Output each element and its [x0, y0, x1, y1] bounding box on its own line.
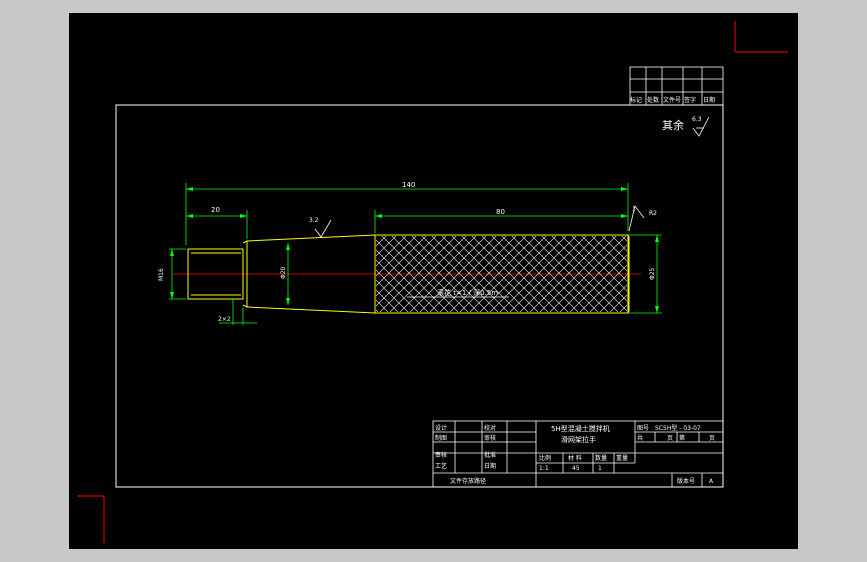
tb-design: 设计 — [435, 424, 447, 432]
tb-part-title-1: 5H型混凝土搅拌机 — [551, 424, 610, 433]
tb-sheet-no-label: 第 — [679, 434, 685, 442]
dim-left-section: 20 — [211, 206, 220, 214]
tb-qty: 1 — [598, 465, 602, 472]
tb-material-label: 材 料 — [568, 454, 582, 462]
dim-chamfer-right: 1 — [632, 206, 636, 213]
tb-material: 45 — [572, 465, 580, 472]
roughness-note-label: 其余 — [662, 118, 684, 132]
tb-doc-path: 文件存放路径 — [450, 477, 486, 485]
tb-version-label: 版本号 — [677, 477, 695, 485]
tb-sheet-total-label: 共 — [637, 434, 643, 442]
tb-drawing-no: SC5H型 - 03-07 — [655, 424, 701, 432]
tb-qty-label: 数量 — [595, 454, 607, 462]
tb-review: 审核 — [484, 434, 496, 442]
tb-weight-label: 重量 — [616, 454, 628, 462]
roughness-taper-value: 3.2 — [309, 217, 319, 224]
dim-mid-diameter: Φ20 — [280, 266, 287, 279]
dim-chamfer: 2×2 — [218, 316, 231, 323]
tb-drawing-no-label: 图号 — [637, 425, 649, 432]
tb-scale-label: 比例 — [539, 454, 551, 462]
tb-audit: 审核 — [435, 451, 447, 459]
roughness-note-value: 6.3 — [692, 116, 702, 123]
cad-canvas: 标记 处数 文件号 签字 日期 其余 6.3 140 20 80 M16 Φ20… — [69, 13, 798, 549]
tb-scale: 1:1 — [539, 465, 549, 472]
tb-process: 工艺 — [435, 462, 447, 470]
dim-knurl-length: 80 — [496, 208, 505, 216]
corner-mark-top-right — [734, 21, 788, 53]
rev-header-date: 日期 — [703, 96, 715, 104]
dim-radius: R2 — [649, 210, 657, 217]
tb-part-title-2: 滑网架拉手 — [561, 435, 596, 444]
rev-header-count: 处数 — [647, 96, 659, 104]
engineering-drawing: 标记 处数 文件号 签字 日期 其余 6.3 140 20 80 M16 Φ20… — [77, 21, 788, 543]
tb-sheet-no-suffix: 页 — [709, 435, 715, 442]
knurl-note: 滚花 t=1 / 深0.5m — [437, 288, 498, 297]
rev-header-sign: 签字 — [684, 96, 696, 104]
knurled-area — [376, 236, 627, 312]
corner-mark-bottom-left — [77, 495, 105, 543]
tb-draw: 制图 — [435, 434, 447, 442]
dim-right-diameter: Φ25 — [649, 267, 656, 280]
tb-version: A — [709, 478, 714, 485]
rev-header-mark: 标记 — [630, 96, 642, 104]
rev-header-file: 文件号 — [663, 96, 681, 104]
dim-thread: M16 — [158, 268, 165, 281]
tb-sheet-label: 页 — [667, 435, 673, 442]
dim-overall-length: 140 — [402, 181, 415, 189]
tb-check: 校对 — [484, 424, 496, 432]
tb-date: 日期 — [484, 462, 496, 470]
tb-approve: 批准 — [484, 451, 496, 459]
